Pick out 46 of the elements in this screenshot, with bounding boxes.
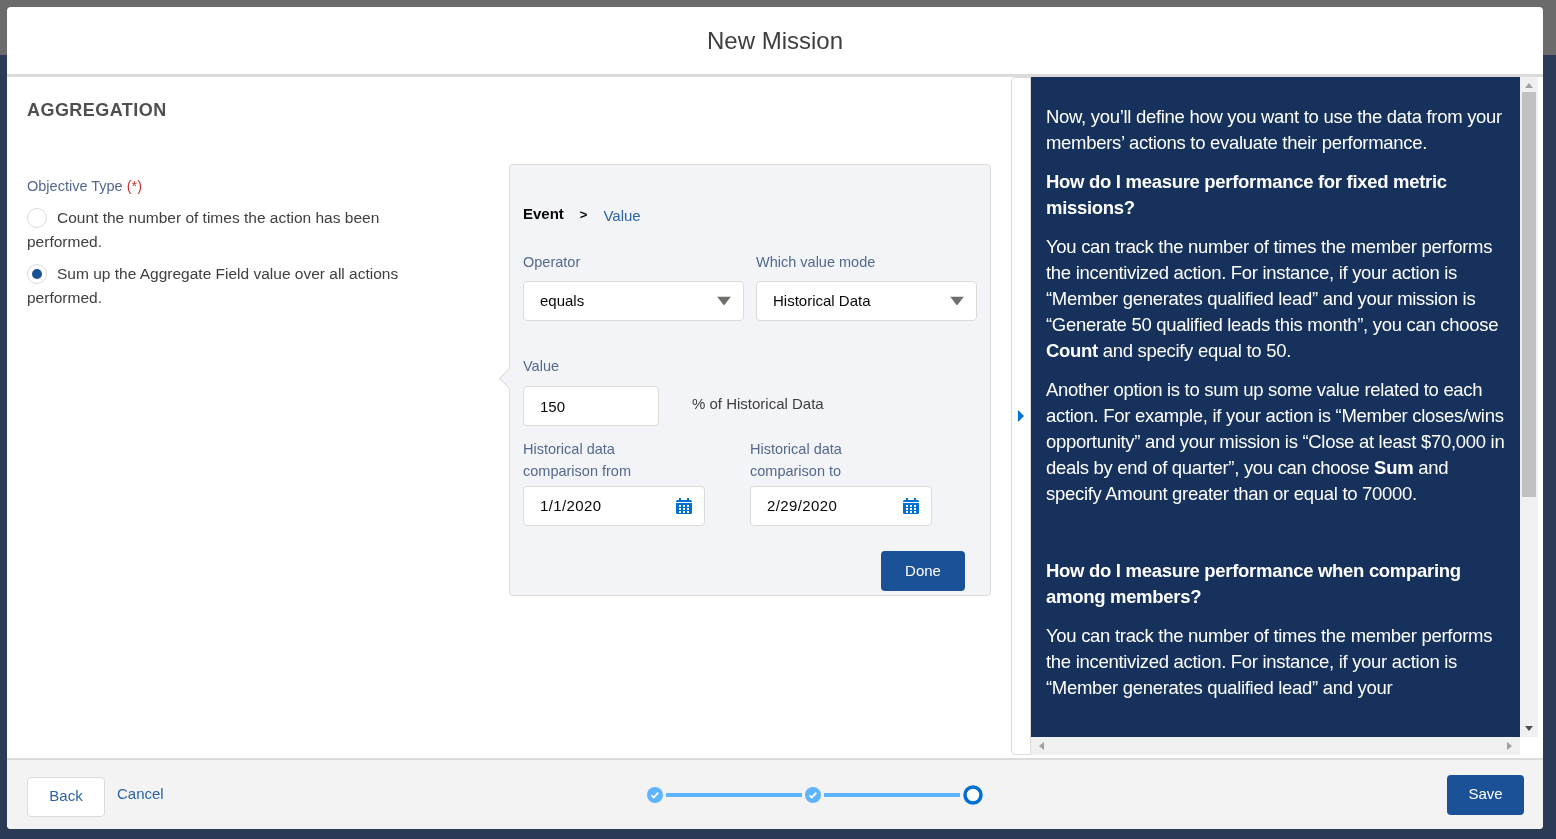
step-done-icon[interactable] <box>805 786 822 803</box>
date-field[interactable]: 2/29/2020 <box>750 486 932 526</box>
field-label: Historical data comparison from <box>523 440 632 481</box>
scroll-down-icon[interactable] <box>1525 726 1533 731</box>
help-paragraph: Another option is to sum up some value related to each action. For example, if your action is “Member closes/wins opportunity” and your mission is “Close at least $70,000 in deals by end of quarter”, you can choose Sum and specify Amount greater than or equal to 70000. <box>1046 378 1505 506</box>
field-label: Which value mode <box>756 252 876 272</box>
scroll-right-icon[interactable] <box>1507 742 1512 750</box>
date-field[interactable]: 1/1/2020 <box>523 486 705 526</box>
caret-icon <box>950 296 964 306</box>
help-heading: How do I measure performance when comparing among members? <box>1046 559 1462 609</box>
field-label: Operator <box>523 252 581 272</box>
breadcrumb-separator: > <box>579 205 588 224</box>
select-field[interactable]: equals <box>523 281 744 322</box>
breadcrumb-item[interactable]: Event <box>523 203 564 226</box>
cancel-link[interactable]: Cancel <box>117 783 164 806</box>
help-heading: How do I measure performance for fixed metric missions? <box>1046 170 1448 220</box>
value-suffix: % of Historical Data <box>692 393 824 414</box>
caret-icon <box>717 296 731 306</box>
calendar-icon <box>903 498 919 514</box>
select-field[interactable]: Historical Data <box>756 281 977 322</box>
radio-option[interactable]: Sum up the Aggregate Field value over all actions performed. <box>27 261 427 310</box>
step-done-icon[interactable] <box>647 786 664 803</box>
help-paragraph: Now, you’ll define how you want to use the data from your members’ actions to evaluate their performance. <box>1046 105 1503 155</box>
required-mark: (*) <box>126 177 142 196</box>
scroll-left-icon[interactable] <box>1039 742 1044 750</box>
help-paragraph: You can track the number of times the member performs the incentivized action. For instance, if your action is “Member generates qualified lead” and your <box>1046 624 1494 700</box>
horizontal-scrollbar[interactable] <box>1031 737 1520 755</box>
section-title: AGGREGATION <box>27 99 167 122</box>
help-paragraph: You can track the number of times the member performs the incentivized action. For instance, if your action is “Member generates qualified lead” and your mission is “Generate 50 qualified leads this month”, you can choose Count and specify equal to 50. <box>1046 235 1500 363</box>
vertical-scrollbar[interactable] <box>1520 77 1538 737</box>
field-label: Historical data comparison to <box>750 440 843 481</box>
expand-icon[interactable] <box>1018 410 1024 422</box>
step-current-icon[interactable] <box>963 784 984 805</box>
field-label: Objective Type <box>27 177 123 196</box>
done-button[interactable]: Done <box>881 551 965 591</box>
radio-option[interactable]: Count the number of times the action has been performed. <box>27 205 427 254</box>
radio-button[interactable] <box>27 207 47 228</box>
input-field[interactable]: 150 <box>523 386 659 426</box>
save-button[interactable]: Save <box>1447 774 1524 815</box>
radio-button[interactable] <box>27 263 47 284</box>
breadcrumb-item[interactable]: Value <box>603 201 641 228</box>
modal-title: New Mission <box>707 25 843 56</box>
calendar-icon <box>676 498 692 514</box>
field-label: Value <box>523 357 559 377</box>
scroll-up-icon[interactable] <box>1525 83 1533 88</box>
back-button[interactable]: Back <box>27 776 105 817</box>
